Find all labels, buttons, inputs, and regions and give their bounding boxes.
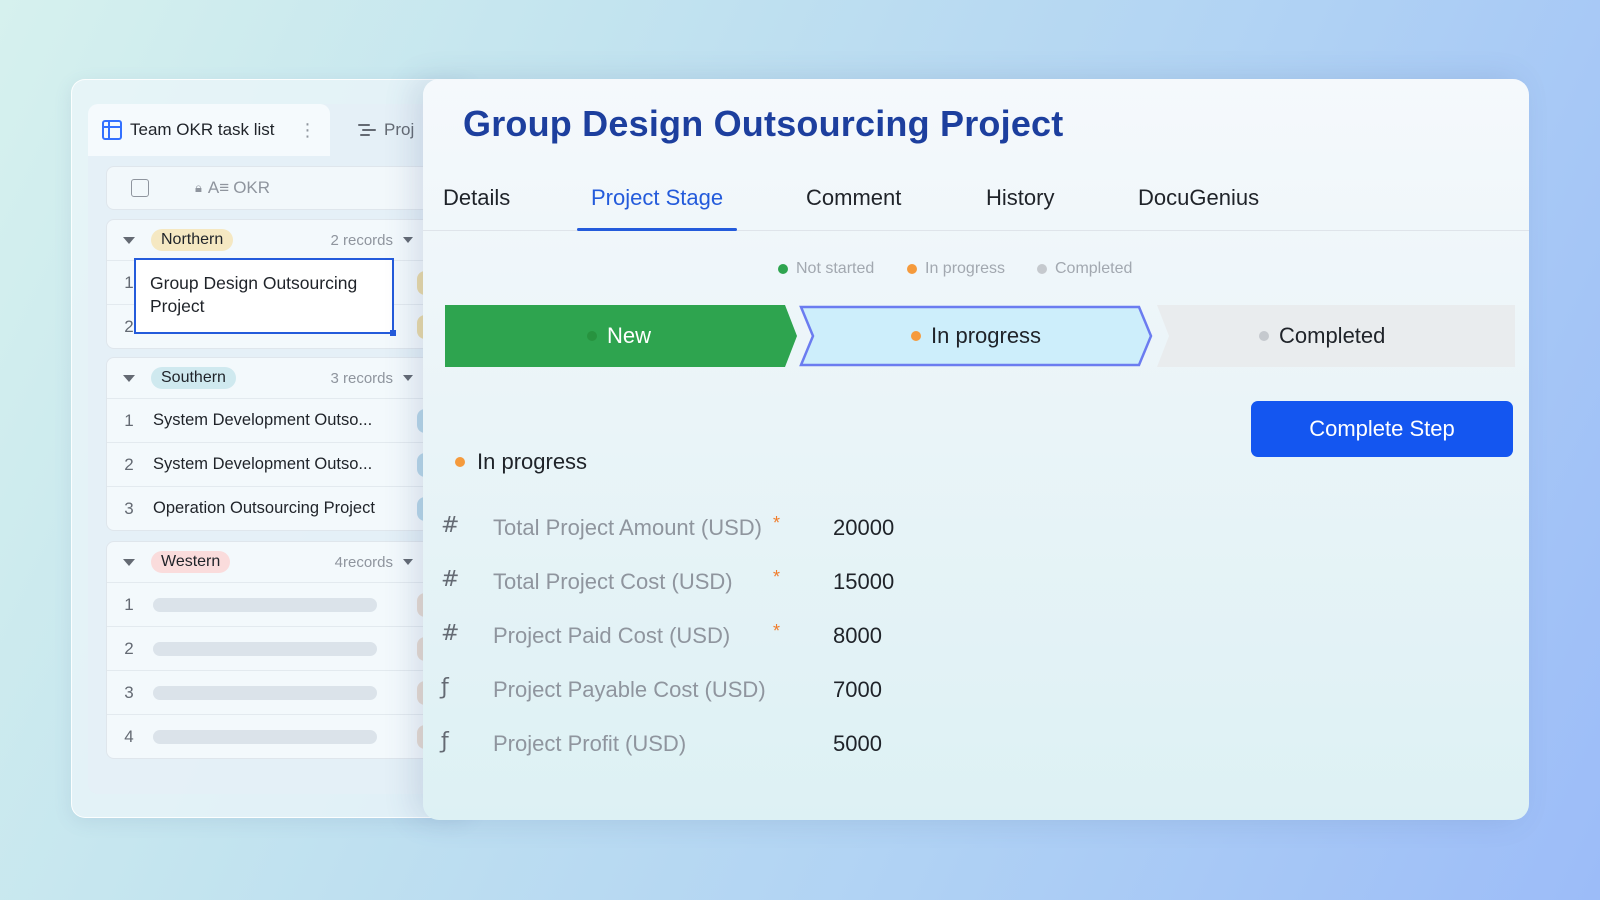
row-number: 2 [124, 454, 134, 474]
row-number: 1 [124, 594, 134, 614]
row-number: 4 [124, 726, 134, 746]
column-header-okr[interactable]: A≡ OKR [208, 178, 270, 198]
tab-comment[interactable]: Comment [806, 183, 901, 231]
stage-progress-bar: New In progress Completed [445, 305, 1515, 367]
tab-label: Team OKR task list [130, 120, 275, 139]
legend-not-started: Not started [778, 260, 874, 278]
table-row[interactable]: 3 Operation Outsourcing Project [107, 486, 433, 530]
formula-icon: ƒ [441, 675, 449, 700]
orange-dot-icon [911, 331, 921, 341]
table-header-row: 🔒︎ A≡ OKR [106, 166, 424, 210]
field-value[interactable]: 15000 [833, 569, 894, 595]
table-row[interactable]: 1 [107, 582, 433, 626]
field-label: Project Paid Cost (USD) [493, 623, 731, 648]
row-okr-text: Operation Outsourcing Project [153, 499, 375, 517]
tab-project-stage[interactable]: Project Stage [576, 183, 738, 231]
group-western: Western 4records 1 2 3 4 [106, 541, 433, 759]
page-title: Group Design Outsourcing Project [463, 103, 1064, 144]
legend-completed: Completed [1037, 260, 1132, 278]
field-label: Project Payable Cost (USD) [493, 677, 766, 702]
row-number: 2 [124, 638, 134, 658]
group-pill: Western [151, 551, 231, 573]
formula-icon: ƒ [441, 729, 449, 754]
tab-history[interactable]: History [986, 183, 1054, 231]
field-project-payable-cost[interactable]: ƒ Project Payable Cost (USD) 7000 [423, 671, 1023, 711]
complete-step-button[interactable]: Complete Step [1251, 401, 1513, 457]
row-okr-text: System Development Outso... [153, 455, 373, 473]
placeholder-bar [153, 729, 377, 744]
green-dot-icon [587, 331, 597, 341]
orange-dot-icon [455, 457, 465, 467]
dropdown-caret-icon[interactable] [403, 237, 413, 243]
placeholder-bar [153, 597, 377, 612]
number-icon: # [441, 567, 460, 592]
table-row[interactable]: 3 [107, 670, 433, 714]
current-stage-status: In progress [455, 449, 587, 475]
table-row[interactable]: 2 System Development Outso... [107, 442, 433, 486]
row-number: 3 [124, 682, 134, 702]
field-total-project-amount[interactable]: # Total Project Amount (USD) * 20000 [423, 509, 1023, 549]
required-asterisk: * [773, 621, 781, 641]
group-southern: Southern 3 records 1 System Development … [106, 357, 433, 531]
grid-table-icon [102, 120, 122, 140]
select-all-checkbox[interactable] [131, 179, 149, 197]
row-number: 1 [124, 410, 134, 430]
table-row[interactable]: 2 [107, 626, 433, 670]
selected-okr-cell[interactable]: Group Design Outsourcing Project [134, 258, 396, 336]
collapse-caret-icon[interactable] [123, 558, 135, 566]
stage-completed[interactable]: Completed [1259, 305, 1385, 367]
dropdown-caret-icon[interactable] [403, 559, 413, 565]
text-field-icon: A≡ [207, 178, 230, 197]
required-asterisk: * [773, 567, 781, 587]
tab-project[interactable]: Proj [358, 120, 414, 140]
tab-team-okr-task-list[interactable]: Team OKR task list ⋮ [88, 104, 330, 156]
gray-dot-icon [1037, 264, 1047, 274]
field-label: Project Profit (USD) [493, 731, 687, 756]
tab-docugenius[interactable]: DocuGenius [1138, 183, 1259, 231]
group-record-count: 3 records [330, 369, 393, 387]
table-row[interactable]: 4 [107, 714, 433, 758]
table-card: Team OKR task list ⋮ Proj 🔒︎ A≡ OKR Nort… [71, 79, 472, 818]
group-header[interactable]: Western 4records [107, 542, 423, 582]
field-value: 5000 [833, 731, 882, 756]
tab-label: Proj [384, 120, 415, 139]
stage-in-progress[interactable]: In progress [911, 305, 1041, 367]
group-header[interactable]: Southern 3 records [107, 358, 423, 398]
collapse-caret-icon[interactable] [123, 236, 135, 244]
table-row[interactable]: 1 System Development Outso... [107, 398, 433, 442]
group-pill: Northern [151, 229, 234, 251]
placeholder-bar [153, 641, 377, 656]
group-header[interactable]: Northern 2 records [107, 220, 423, 260]
row-okr-text: System Development Outso... [153, 411, 373, 429]
legend-in-progress: In progress [907, 260, 1005, 278]
orange-dot-icon [907, 264, 917, 274]
placeholder-bar [153, 685, 377, 700]
collapse-caret-icon[interactable] [123, 374, 135, 382]
field-value[interactable]: 20000 [833, 515, 894, 541]
field-label: Total Project Amount (USD) [493, 515, 762, 540]
record-detail-panel: Group Design Outsourcing Project Details… [423, 79, 1529, 820]
number-icon: # [441, 621, 460, 646]
dropdown-caret-icon[interactable] [403, 375, 413, 381]
group-record-count: 4records [334, 553, 393, 571]
group-record-count: 2 records [330, 231, 393, 249]
stage-new[interactable]: New [587, 305, 651, 367]
number-icon: # [441, 513, 460, 538]
detail-tabs: Details Project Stage Comment History Do… [423, 183, 1529, 231]
field-total-project-cost[interactable]: # Total Project Cost (USD) * 15000 [423, 563, 1023, 603]
green-dot-icon [778, 264, 788, 274]
lock-icon: 🔒︎ [195, 180, 202, 195]
field-value[interactable]: 8000 [833, 623, 882, 649]
field-label: Total Project Cost (USD) [493, 569, 733, 594]
field-project-paid-cost[interactable]: # Project Paid Cost (USD) * 8000 [423, 617, 1023, 657]
group-pill: Southern [151, 367, 236, 389]
field-project-profit[interactable]: ƒ Project Profit (USD) 5000 [423, 725, 1023, 765]
required-asterisk: * [773, 513, 781, 533]
gantt-icon [358, 122, 376, 138]
more-options-icon[interactable]: ⋮ [299, 120, 317, 141]
tab-details[interactable]: Details [443, 183, 510, 231]
field-value: 7000 [833, 677, 882, 702]
gray-dot-icon [1259, 331, 1269, 341]
row-number: 3 [124, 498, 134, 518]
